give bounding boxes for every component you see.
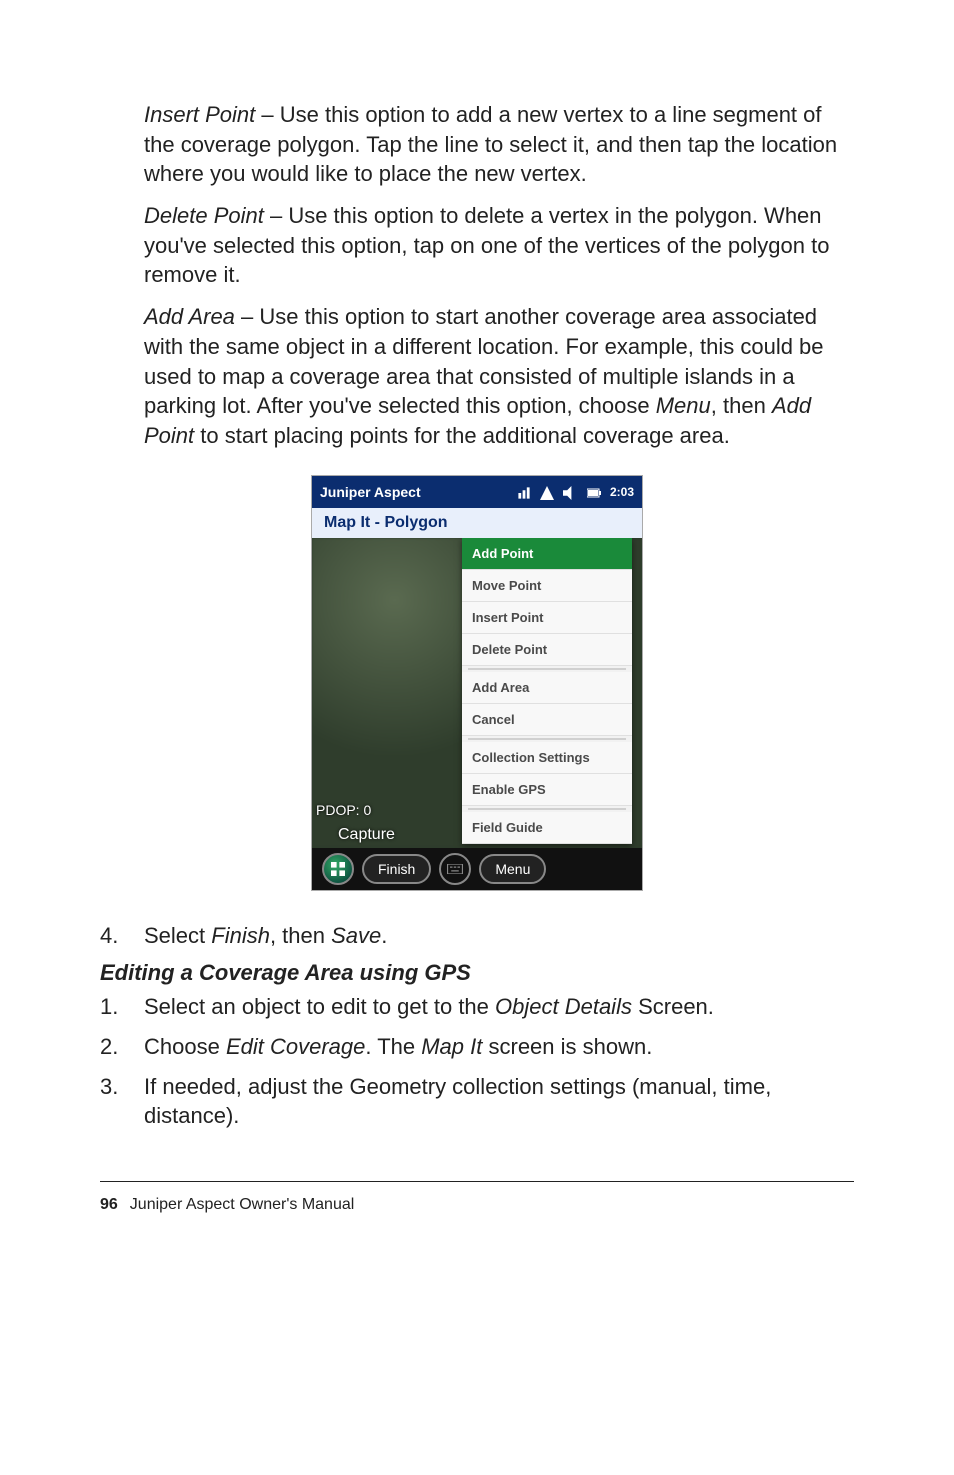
step-1-body: Select an object to edit to get to the O… [144, 992, 854, 1022]
bottom-toolbar: Finish Menu [312, 848, 642, 890]
step-2-pre: Choose [144, 1034, 226, 1059]
map-canvas[interactable]: Add Point Move Point Insert Point Delete… [312, 538, 642, 848]
step-2-body: Choose Edit Coverage. The Map It screen … [144, 1032, 854, 1062]
step-4-list: 4. Select Finish, then Save. [100, 921, 854, 951]
menu-separator-2 [468, 738, 626, 740]
footer-title: Juniper Aspect Owner's Manual [130, 1196, 355, 1213]
page-footer: 96 Juniper Aspect Owner's Manual [100, 1181, 854, 1214]
battery-icon [587, 485, 604, 499]
connectivity-icon [517, 485, 534, 499]
signal-icon [540, 485, 557, 499]
menu-separator-3 [468, 808, 626, 810]
step-3-body: If needed, adjust the Geometry collectio… [144, 1072, 854, 1131]
menu-cancel[interactable]: Cancel [462, 704, 632, 736]
step-3-number: 3. [100, 1072, 144, 1131]
page-number: 96 [100, 1196, 118, 1213]
term-object-details: Object Details [495, 994, 632, 1019]
step-1: 1. Select an object to edit to get to th… [100, 992, 854, 1022]
menu-field-guide[interactable]: Field Guide [462, 812, 632, 844]
term-insert-point: Insert Point [144, 102, 255, 127]
map-it-header: Map It - Polygon [312, 508, 642, 538]
step-1-pre: Select an object to edit to get to the [144, 994, 495, 1019]
menu-collection-settings[interactable]: Collection Settings [462, 742, 632, 774]
step-4-number: 4. [100, 921, 144, 951]
term-finish: Finish [211, 923, 270, 948]
clock: 2:03 [610, 485, 634, 499]
step-2: 2. Choose Edit Coverage. The Map It scre… [100, 1032, 854, 1062]
menu-insert-point[interactable]: Insert Point [462, 602, 632, 634]
term-map-it: Map It [421, 1034, 482, 1059]
step-2-post: screen is shown. [482, 1034, 652, 1059]
step-4-prefix: Select [144, 923, 211, 948]
step-4-body: Select Finish, then Save. [144, 921, 854, 951]
text-add-area-3: to start placing points for the addition… [194, 423, 730, 448]
start-icon[interactable] [322, 853, 354, 885]
section-heading-editing-coverage: Editing a Coverage Area using GPS [100, 960, 854, 986]
context-menu: Add Point Move Point Insert Point Delete… [462, 538, 632, 844]
step-3-text: If needed, adjust the Geometry collectio… [144, 1074, 771, 1129]
menu-add-point[interactable]: Add Point [462, 538, 632, 570]
keyboard-icon[interactable] [439, 853, 471, 885]
step-4-suffix: . [381, 923, 387, 948]
step-3: 3. If needed, adjust the Geometry collec… [100, 1072, 854, 1131]
menu-enable-gps[interactable]: Enable GPS [462, 774, 632, 806]
para-insert-point: Insert Point – Use this option to add a … [144, 100, 854, 189]
term-add-area: Add Area [144, 304, 235, 329]
window-titlebar: Juniper Aspect 2:03 [312, 476, 642, 508]
capture-label[interactable]: Capture [338, 826, 395, 844]
term-save: Save [331, 923, 381, 948]
step-1-number: 1. [100, 992, 144, 1022]
step-2-number: 2. [100, 1032, 144, 1062]
finish-button[interactable]: Finish [362, 854, 431, 884]
text-add-area-2: , then [711, 393, 772, 418]
window-title: Juniper Aspect [320, 484, 421, 500]
menu-add-area[interactable]: Add Area [462, 672, 632, 704]
menu-delete-point[interactable]: Delete Point [462, 634, 632, 666]
status-icons: 2:03 [511, 483, 634, 500]
volume-icon [563, 485, 580, 499]
para-delete-point: Delete Point – Use this option to delete… [144, 201, 854, 290]
screenshot-container: Juniper Aspect 2:03 [100, 475, 854, 891]
pdop-readout: PDOP: 0 [316, 802, 371, 818]
term-menu: Menu [656, 393, 711, 418]
step-4: 4. Select Finish, then Save. [100, 921, 854, 951]
para-add-area: Add Area – Use this option to start anot… [144, 302, 854, 450]
device-frame: Juniper Aspect 2:03 [311, 475, 643, 891]
editing-steps-list: 1. Select an object to edit to get to th… [100, 992, 854, 1131]
step-1-post: Screen. [632, 994, 714, 1019]
menu-separator-1 [468, 668, 626, 670]
step-4-mid: , then [270, 923, 331, 948]
menu-button[interactable]: Menu [479, 854, 546, 884]
term-edit-coverage: Edit Coverage [226, 1034, 365, 1059]
menu-move-point[interactable]: Move Point [462, 570, 632, 602]
step-2-mid: . The [365, 1034, 421, 1059]
term-delete-point: Delete Point [144, 203, 264, 228]
document-page: Insert Point – Use this option to add a … [0, 0, 954, 1475]
